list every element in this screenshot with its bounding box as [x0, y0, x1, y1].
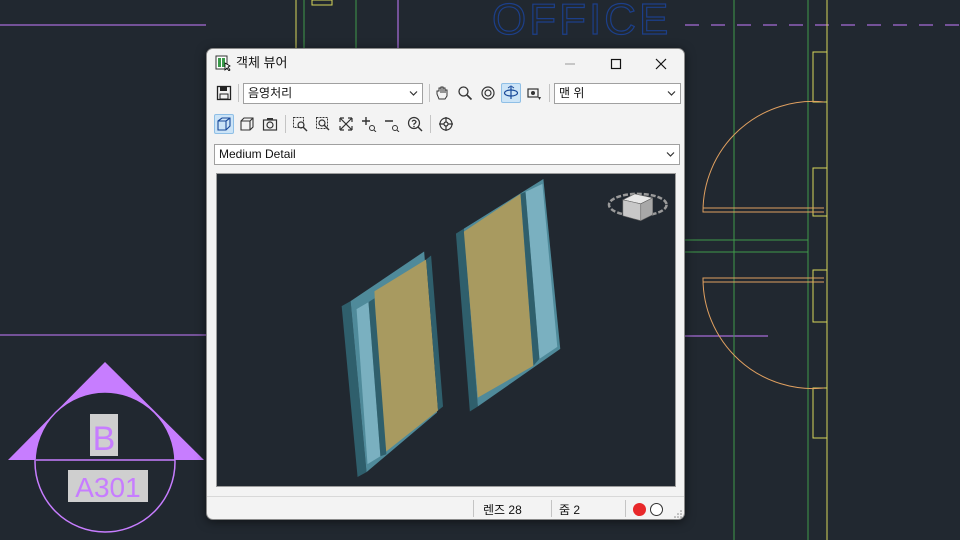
help-button[interactable] — [405, 114, 425, 134]
toolbar-separator — [549, 84, 550, 102]
zoom-status: 줌 2 — [559, 503, 581, 517]
toolbar-separator — [430, 115, 431, 133]
cad-door-swing — [702, 277, 825, 390]
chevron-down-icon — [409, 91, 418, 96]
minimize-icon — [565, 63, 575, 64]
detail-level-value: Medium Detail — [219, 147, 296, 161]
zoom-in-button[interactable] — [359, 114, 379, 134]
toolbar-separator — [429, 84, 430, 102]
chevron-down-icon — [666, 152, 675, 157]
status-separator — [551, 500, 552, 517]
zoom-in-icon — [362, 117, 377, 132]
cad-room-label: OFFICE — [492, 0, 671, 44]
zoom-icon — [458, 86, 473, 101]
record-indicator[interactable] — [633, 503, 646, 516]
zoom-window-icon — [293, 117, 308, 132]
zoom-out-icon — [385, 120, 400, 132]
cad-window-jamb — [812, 167, 828, 217]
zoom-extents-button[interactable] — [336, 114, 356, 134]
help-icon — [407, 116, 423, 132]
status-bar: 렌즈 28 줌 2 — [207, 496, 684, 519]
parallel-button[interactable] — [237, 114, 257, 134]
chevron-down-icon — [667, 91, 676, 96]
parallel-icon — [240, 117, 254, 131]
orbit-button[interactable] — [478, 83, 498, 103]
status-separator — [473, 500, 474, 517]
view-value: 맨 위 — [559, 86, 585, 100]
idle-indicator[interactable] — [650, 503, 663, 516]
main-toolbar: 음영처리 맨 위 — [207, 80, 684, 106]
title-bar[interactable]: 객체 뷰어 — [207, 49, 684, 78]
free-orbit-icon — [503, 85, 519, 99]
detail-level-dropdown[interactable]: Medium Detail — [214, 144, 680, 165]
save-button[interactable] — [214, 83, 234, 103]
view-dropdown[interactable]: 맨 위 — [554, 83, 681, 104]
cad-marker-circle — [34, 391, 176, 533]
resize-grip-icon[interactable] — [674, 510, 682, 518]
cad-window-jamb — [812, 387, 828, 439]
pan-icon — [436, 86, 448, 100]
status-separator — [625, 500, 626, 517]
steering-wheel-button[interactable] — [436, 114, 456, 134]
cad-marker-letter: B — [93, 420, 116, 458]
cad-window-symbol — [311, 0, 333, 6]
zoom-button[interactable] — [455, 83, 475, 103]
lens-status: 렌즈 28 — [483, 503, 522, 517]
camera-icon — [262, 118, 278, 131]
object-viewer-window[interactable]: 객체 뷰어 음영처리 맨 위 Medium Detail 렌즈 28 줌 2 — [206, 48, 685, 520]
save-icon — [216, 85, 232, 101]
toolbar-separator — [238, 84, 239, 102]
close-button[interactable] — [638, 49, 684, 78]
maximize-button[interactable] — [593, 49, 639, 78]
perspective-icon — [217, 117, 231, 131]
zoom-window-button[interactable] — [290, 114, 310, 134]
zoom-center-button[interactable] — [313, 114, 333, 134]
orbit-icon — [481, 86, 495, 100]
zoom-out-button[interactable] — [382, 114, 402, 134]
zoom-extents-icon — [339, 117, 353, 131]
minimize-button[interactable] — [547, 49, 593, 78]
cad-door-swing — [702, 100, 825, 213]
view-toolbar — [207, 111, 684, 137]
zoom-center-icon — [316, 117, 330, 131]
window-title: 객체 뷰어 — [236, 55, 288, 70]
maximize-icon — [610, 58, 622, 69]
capture-icon — [527, 88, 541, 100]
camera-button[interactable] — [260, 114, 280, 134]
visual-style-dropdown[interactable]: 음영처리 — [243, 83, 423, 104]
free-orbit-button[interactable] — [501, 83, 521, 103]
pan-button[interactable] — [432, 83, 452, 103]
capture-button[interactable] — [524, 83, 544, 103]
viewcube-icon[interactable] — [607, 192, 668, 222]
cad-window-jamb — [812, 51, 828, 103]
steering-wheel-icon — [439, 117, 453, 131]
visual-style-value: 음영처리 — [248, 86, 293, 100]
toolbar-separator — [285, 115, 286, 133]
perspective-button[interactable] — [214, 114, 234, 134]
cad-marker-sheet: A301 — [75, 472, 140, 503]
close-icon — [655, 58, 667, 69]
3d-viewport[interactable] — [216, 173, 676, 487]
object-viewer-app-icon — [215, 55, 231, 71]
